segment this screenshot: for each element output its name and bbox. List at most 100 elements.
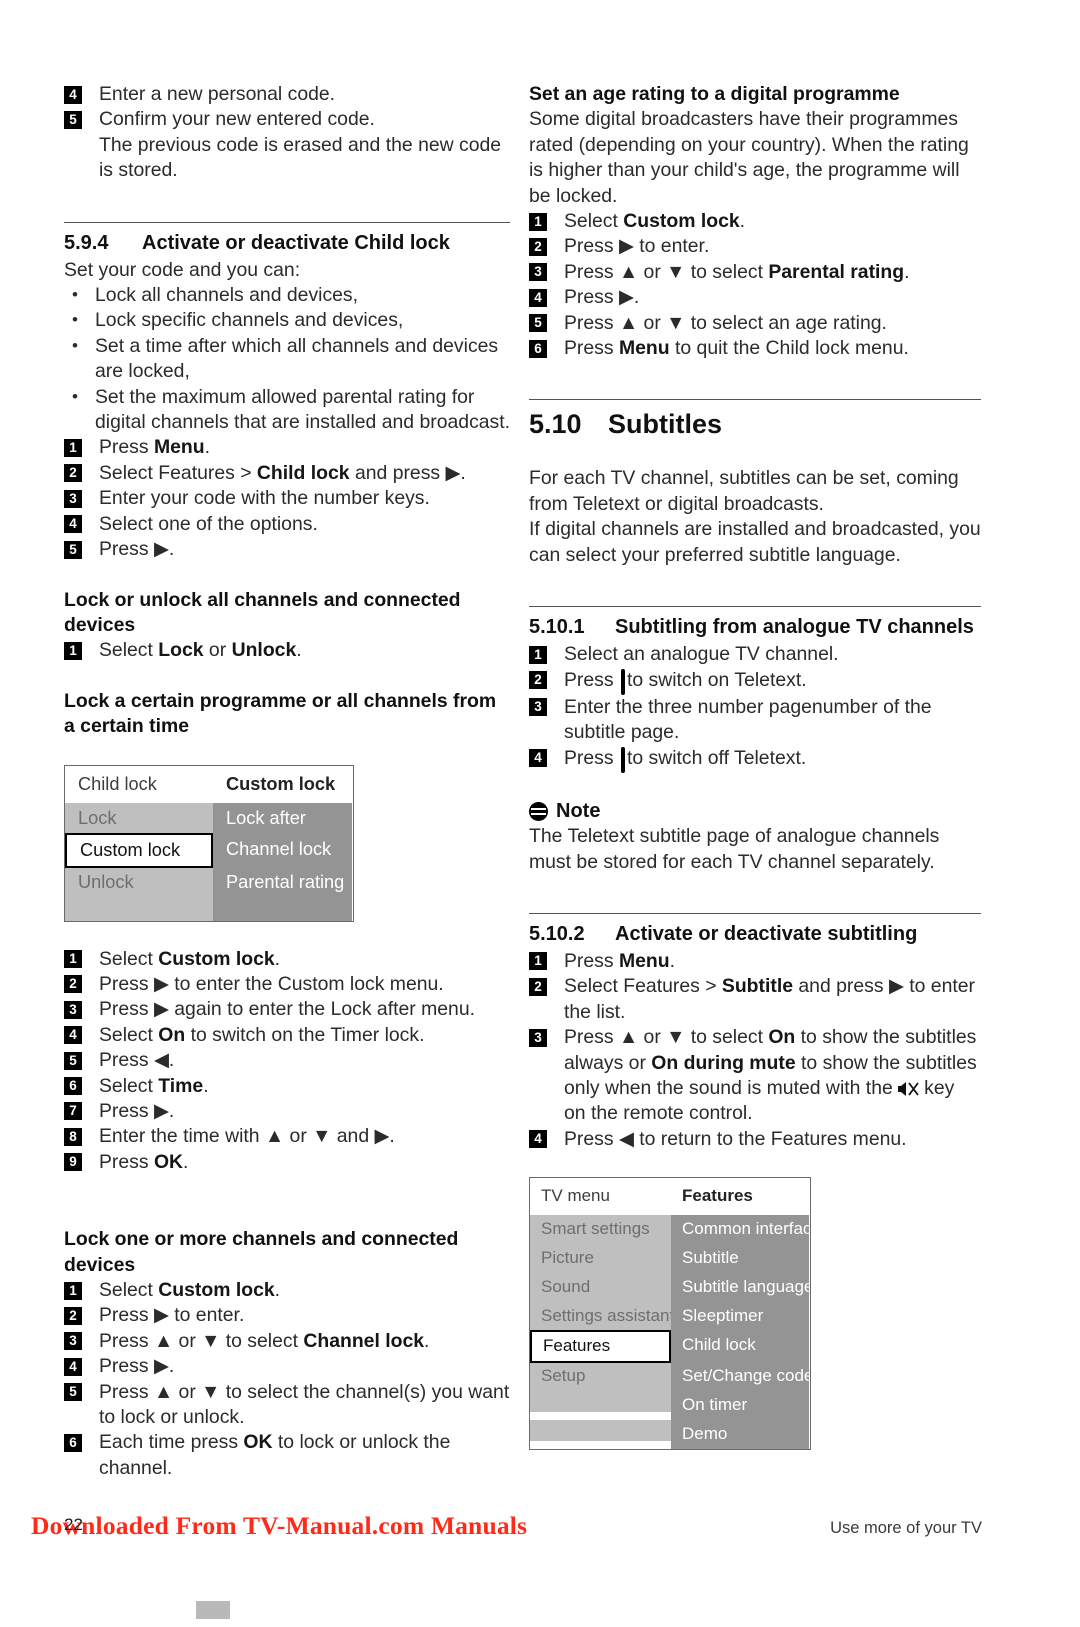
menu-item-features-selected[interactable]: Features [530, 1330, 671, 1364]
step-text: Select [99, 1023, 159, 1046]
step-text-tail: to switch off Teletext. [626, 746, 807, 769]
step-text: Enter your code with the number keys. [99, 487, 430, 510]
lock-all-steps: 1 Select Lock or Unlock. [64, 638, 510, 663]
lock-certain-heading: Lock a certain programme or all channels… [64, 689, 497, 738]
section-title: Activate or deactivate Child lock [142, 231, 450, 254]
menu-item-picture[interactable]: Picture [530, 1244, 671, 1274]
section-heading-510: 5.10 Subtitles [529, 407, 981, 441]
table-row[interactable]: Demo [530, 1420, 810, 1450]
step-number: 3 [64, 1332, 82, 1351]
step-text: Press ▲ or ▼ to select [564, 260, 769, 283]
lock-one-more-steps: 1 Select Custom lock. 2 Press ▶ to enter… [64, 1278, 510, 1481]
menu-item-sleeptimer[interactable]: Sleeptimer [671, 1302, 809, 1332]
step-text-tail: . [739, 210, 746, 233]
divider [529, 912, 981, 914]
menu-item-child-lock[interactable]: Child lock [671, 1331, 809, 1363]
capability-bullets: Lock all channels and devices, Lock spec… [64, 282, 510, 436]
table-row[interactable]: Sound Subtitle language [530, 1273, 810, 1303]
list-item: Set the maximum allowed parental rating … [64, 384, 510, 436]
step-text-tail: . [183, 1150, 189, 1173]
step-number: 3 [64, 1000, 82, 1019]
step-number: 5 [64, 540, 82, 559]
list-item: 3 Press ▶ again to enter the Lock after … [64, 997, 510, 1022]
menu-item-settings-assistant[interactable]: Settings assistant [530, 1302, 671, 1332]
menu-item-on-timer[interactable]: On timer [671, 1391, 809, 1421]
menu-item-parental-rating[interactable]: Parental rating [213, 866, 352, 898]
list-item: 3 Enter your code with the number keys. [64, 486, 510, 511]
step-text-tail: . [203, 1074, 209, 1097]
childlock-menu-table: Child lock Custom lock Lock Lock after C… [64, 764, 354, 922]
list-item: 1 Select an analogue TV channel. [529, 642, 981, 667]
menu-item-lock-after[interactable]: Lock after [213, 802, 352, 834]
list-item: 3 Press ▲ or ▼ to select Channel lock. [64, 1329, 510, 1354]
menu-item-setup[interactable]: Setup [530, 1362, 671, 1392]
list-item: Lock specific channels and devices, [64, 307, 510, 333]
step-number: 1 [529, 645, 547, 664]
menu-item-lock[interactable]: Lock [65, 802, 213, 834]
table-header-left: TV menu [530, 1178, 671, 1216]
list-item: 3 Press ▲ or ▼ to select Parental rating… [529, 260, 981, 285]
step-number: 5 [64, 1383, 82, 1402]
table-row[interactable]: Lock Lock after [65, 802, 353, 834]
table-row[interactable]: Picture Subtitle [530, 1244, 810, 1274]
step-number: 9 [64, 1153, 82, 1172]
list-item: 4 Select one of the options. [64, 512, 510, 537]
step-continuation-text: The previous code is erased and the new … [99, 133, 502, 182]
step-text: Enter the time with ▲ or ▼ and ▶. [99, 1125, 395, 1148]
menu-item-empty-left [530, 1420, 671, 1442]
table-row[interactable]: On timer [530, 1391, 810, 1421]
step-text: Select [99, 1074, 159, 1097]
table-row[interactable]: Features Child lock [530, 1330, 810, 1364]
menu-item-subtitle[interactable]: Subtitle [671, 1244, 809, 1274]
top-steps-list: 4 Enter a new personal code. 5 Confirm y… [64, 82, 510, 184]
table-row[interactable]: Unlock Parental rating [65, 866, 353, 898]
menu-item-custom-lock-selected[interactable]: Custom lock [65, 832, 213, 868]
step-text-bold: OK [153, 1150, 184, 1173]
list-item: 9 Press OK. [64, 1150, 510, 1175]
step-text: Press ▶. [99, 1099, 175, 1122]
step-number: 1 [64, 438, 82, 457]
step-text: Press [564, 949, 619, 972]
menu-item-channel-lock[interactable]: Channel lock [213, 833, 352, 867]
step-text-bold: OK [243, 1431, 273, 1454]
table-row[interactable]: Smart settings Common interface [530, 1215, 810, 1245]
section-title: Subtitles [608, 409, 723, 440]
section-title: Activate or deactivate subtitling [615, 922, 918, 945]
menu-item-sound[interactable]: Sound [530, 1273, 671, 1303]
step-number: 2 [529, 977, 547, 996]
menu-item-unlock[interactable]: Unlock [65, 866, 213, 898]
step-number: 3 [64, 489, 82, 508]
table-row[interactable]: Settings assistant Sleeptimer [530, 1302, 810, 1332]
table-row[interactable]: Setup Set/Change code [530, 1362, 810, 1392]
step-text-tail: . [669, 949, 675, 972]
list-item: 3 Enter the three number pagenumber of t… [529, 695, 981, 746]
step-text-bold: Subtitle [721, 975, 794, 998]
step-number: 4 [64, 515, 82, 534]
list-item: 6 Select Time. [64, 1074, 510, 1099]
table-header-right: Features [671, 1178, 809, 1216]
step-text: Press ▲ or ▼ to select [564, 1026, 769, 1049]
step-text: Press ◀. [99, 1049, 175, 1072]
step-text-bold2: Unlock [231, 639, 297, 662]
menu-item-set-change-code[interactable]: Set/Change code [671, 1362, 809, 1392]
step-number: 4 [529, 1130, 547, 1149]
section-title: Subtitling from analogue TV channels [615, 616, 974, 639]
menu-item-common-interface[interactable]: Common interface [671, 1215, 809, 1245]
menu-item-smart-settings[interactable]: Smart settings [530, 1215, 671, 1245]
step-text-bold: Lock [158, 639, 204, 662]
list-item: 4 Press to switch off Teletext. [529, 746, 981, 773]
step-text-bold: On [768, 1026, 796, 1049]
list-item: 1 Select Custom lock. [64, 1278, 510, 1303]
menu-item-subtitle-language[interactable]: Subtitle language [671, 1273, 809, 1303]
step-number: 6 [64, 1077, 82, 1096]
step-text: Each time press [99, 1431, 244, 1454]
menu-item-demo[interactable]: Demo [671, 1420, 809, 1450]
table-row[interactable]: Custom lock Channel lock [65, 832, 353, 868]
step-text-tail: . [424, 1329, 430, 1352]
tvmenu-table: TV menu Features Smart settings Common i… [529, 1177, 811, 1451]
step-text-bold2: On during mute [651, 1051, 796, 1074]
step-text-tail: to switch on Teletext. [626, 668, 807, 691]
